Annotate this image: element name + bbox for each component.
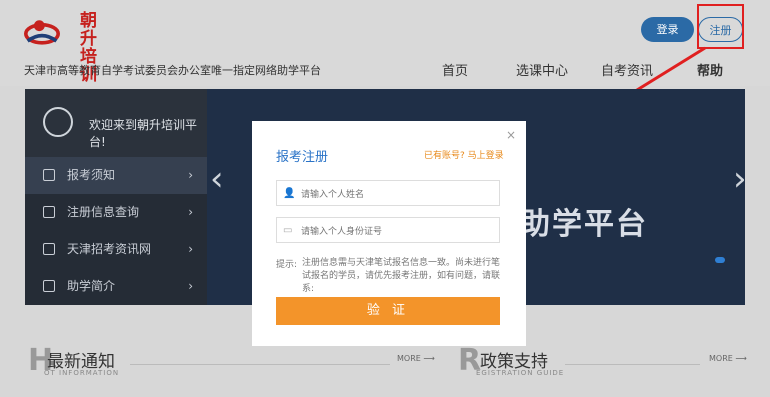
sidebar-item-label: 助学简介 [67, 279, 116, 293]
login-link[interactable]: 已有账号? 马上登录 [424, 148, 504, 161]
user-icon: 👤 [283, 188, 296, 199]
carousel-next-icon[interactable]: › [733, 159, 745, 199]
chevron-right-icon: › [188, 242, 193, 256]
welcome-text: 欢迎来到朝升培训平台! [89, 118, 198, 149]
sidebar-item-label: 报考须知 [67, 168, 116, 182]
sidebar-item-label: 天津招考资讯网 [67, 242, 152, 256]
sidebar-item-intro[interactable]: 助学简介 › [25, 268, 207, 305]
edit-icon [43, 243, 55, 255]
news-subtitle: OT INFORMATION [44, 369, 120, 377]
sidebar-item-tianjin-exam-news[interactable]: 天津招考资讯网 › [25, 231, 207, 268]
close-icon[interactable]: × [506, 128, 516, 142]
policy-subtitle: EGISTRATION GUIDE [476, 369, 565, 377]
carousel-indicator[interactable] [715, 257, 725, 263]
layers-icon [43, 280, 55, 292]
sidebar-item-registration-query[interactable]: 注册信息查询 › [25, 194, 207, 231]
verify-button[interactable]: 验 证 [276, 297, 500, 325]
nav-home[interactable]: 首页 [442, 60, 468, 79]
sidebar-item-label: 注册信息查询 [67, 205, 140, 219]
id-number-input[interactable] [299, 222, 493, 240]
logo-icon [24, 20, 60, 45]
id-card-icon: ▭ [283, 225, 293, 236]
carousel-prev-icon[interactable]: ‹ [210, 159, 224, 199]
chevron-right-icon: › [188, 168, 193, 182]
sidebar-item-exam-notice[interactable]: 报考须知 › [25, 157, 207, 194]
tagline: 天津市高等教育自学考试委员会办公室唯一指定网络助学平台 [24, 64, 321, 77]
id-field[interactable]: ▭ [276, 217, 500, 243]
name-field[interactable]: 👤 [276, 180, 500, 206]
name-input[interactable] [299, 185, 493, 203]
chevron-right-icon: › [188, 205, 193, 219]
news-more-link[interactable]: MORE ⟶ [397, 354, 435, 363]
tip-label: 提示: [276, 260, 298, 270]
sidebar-welcome: 欢迎来到朝升培训平台! [25, 89, 207, 157]
logo[interactable]: 朝升 培训 [24, 10, 119, 84]
modal-title: 报考注册 [276, 150, 329, 165]
login-button[interactable]: 登录 [641, 17, 694, 42]
policy-more-link[interactable]: MORE ⟶ [709, 354, 747, 363]
avatar [43, 107, 73, 137]
sidebar: 欢迎来到朝升培训平台! 报考须知 › 注册信息查询 › 天津招考资讯网 › 助学… [25, 89, 207, 305]
register-modal: × 报考注册 已有账号? 马上登录 👤 ▭ 提示: 注册信息需与天津笔试报名信息… [252, 121, 526, 346]
divider [130, 364, 390, 365]
graduation-icon [43, 169, 55, 181]
chevron-right-icon: › [188, 279, 193, 293]
divider [565, 364, 700, 365]
banner-slogan: 助学平台 [520, 207, 648, 242]
video-icon [43, 206, 55, 218]
